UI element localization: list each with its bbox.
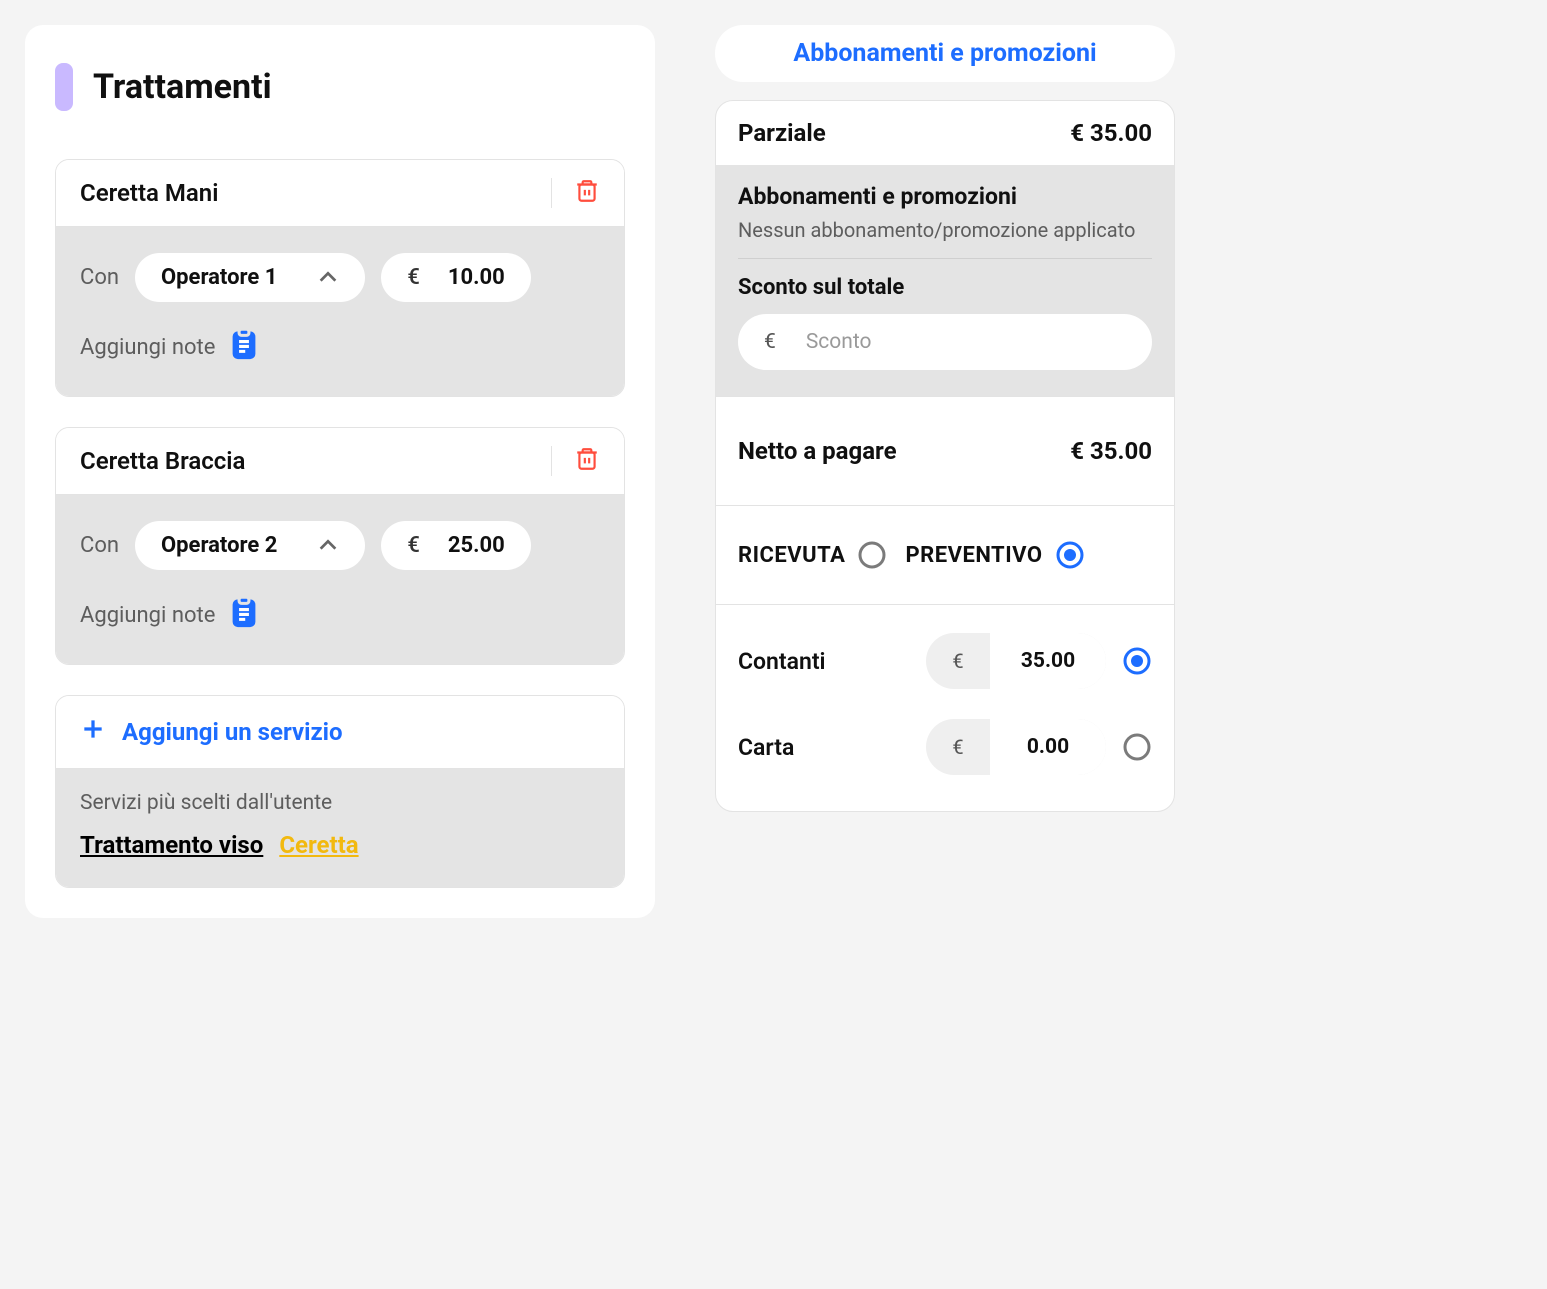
euro-icon: € (764, 330, 776, 354)
radio-unselected-icon[interactable] (1122, 732, 1152, 762)
net-value: € 35.00 (1070, 437, 1152, 465)
accent-pill (55, 63, 73, 111)
promotions-box-title: Abbonamenti e promozioni (738, 183, 1152, 210)
chevron-up-icon (317, 533, 339, 558)
discount-input[interactable]: € Sconto (738, 314, 1152, 370)
suggestions-label: Servizi più scelti dall'utente (80, 791, 600, 815)
plus-icon (80, 716, 106, 748)
pay-card-row: Carta € 0.00 (738, 719, 1152, 775)
euro-icon: € (926, 649, 990, 673)
operator-value: Operatore 2 (161, 533, 277, 558)
discount-label: Sconto sul totale (738, 275, 1152, 300)
price-input[interactable]: € 10.00 (381, 253, 530, 302)
partial-label: Parziale (738, 119, 826, 147)
clipboard-icon (229, 596, 259, 634)
operator-label: Con (80, 265, 119, 290)
operator-value: Operatore 1 (161, 265, 277, 290)
add-service-label: Aggiungi un servizio (122, 718, 343, 746)
trash-icon (574, 178, 600, 208)
euro-icon: € (407, 265, 420, 290)
suggestion-link-2[interactable]: Ceretta (279, 831, 358, 859)
price-value: 25.00 (448, 533, 505, 558)
add-notes-button[interactable]: Aggiungi note (80, 328, 600, 366)
document-type-row: RICEVUTA PREVENTIVO (716, 506, 1174, 605)
add-service-card: Aggiungi un servizio Servizi più scelti … (55, 695, 625, 888)
net-label: Netto a pagare (738, 437, 897, 465)
delete-service-button[interactable] (551, 178, 600, 208)
pay-card-value: 0.00 (990, 719, 1106, 775)
service-name: Ceretta Braccia (80, 447, 245, 475)
add-service-button[interactable]: Aggiungi un servizio (56, 696, 624, 769)
pay-cash-row: Contanti € 35.00 (738, 633, 1152, 689)
operator-dropdown[interactable]: Operatore 2 (135, 521, 365, 570)
delete-service-button[interactable] (551, 446, 600, 476)
totals-panel: Parziale € 35.00 Abbonamenti e promozion… (715, 100, 1175, 812)
treatments-panel: Trattamenti Ceretta Mani Con Operatore 1 (25, 25, 655, 918)
doc-quote-option[interactable]: PREVENTIVO (905, 540, 1084, 570)
pay-card-label: Carta (738, 734, 910, 761)
promotions-button[interactable]: Abbonamenti e promozioni (715, 25, 1175, 82)
operator-label: Con (80, 533, 119, 558)
price-input[interactable]: € 25.00 (381, 521, 530, 570)
suggestions-box: Servizi più scelti dall'utente Trattamen… (56, 769, 624, 887)
service-body: Con Operatore 1 € 10.00 Aggiungi note (56, 227, 624, 396)
notes-label: Aggiungi note (80, 335, 215, 360)
euro-icon: € (407, 533, 420, 558)
promotions-none-text: Nessun abbonamento/promozione applicato (738, 218, 1152, 259)
clipboard-icon (229, 328, 259, 366)
service-header: Ceretta Mani (56, 160, 624, 227)
euro-icon: € (926, 735, 990, 759)
radio-selected-icon[interactable] (1122, 646, 1152, 676)
service-name: Ceretta Mani (80, 179, 218, 207)
radio-unselected-icon (857, 540, 887, 570)
discount-placeholder: Sconto (806, 330, 872, 354)
panel-title: Trattamenti (93, 67, 272, 107)
service-body: Con Operatore 2 € 25.00 Aggiungi note (56, 495, 624, 664)
doc-receipt-label: RICEVUTA (738, 543, 845, 568)
doc-receipt-option[interactable]: RICEVUTA (738, 540, 887, 570)
chevron-up-icon (317, 265, 339, 290)
suggestion-link-1[interactable]: Trattamento viso (80, 831, 263, 859)
notes-label: Aggiungi note (80, 603, 215, 628)
service-card: Ceretta Mani Con Operatore 1 (55, 159, 625, 397)
service-header: Ceretta Braccia (56, 428, 624, 495)
promotions-box: Abbonamenti e promozioni Nessun abboname… (716, 165, 1174, 396)
trash-icon (574, 446, 600, 476)
pay-card-input[interactable]: € 0.00 (926, 719, 1106, 775)
operator-dropdown[interactable]: Operatore 1 (135, 253, 365, 302)
add-notes-button[interactable]: Aggiungi note (80, 596, 600, 634)
radio-selected-icon (1055, 540, 1085, 570)
pay-cash-label: Contanti (738, 648, 910, 675)
service-card: Ceretta Braccia Con Operatore 2 (55, 427, 625, 665)
panel-title-row: Trattamenti (55, 55, 625, 129)
payment-section: Contanti € 35.00 Carta € 0.00 (716, 605, 1174, 811)
pay-cash-value: 35.00 (990, 633, 1106, 689)
partial-row: Parziale € 35.00 (716, 101, 1174, 165)
pay-cash-input[interactable]: € 35.00 (926, 633, 1106, 689)
price-value: 10.00 (448, 265, 505, 290)
partial-value: € 35.00 (1070, 119, 1152, 147)
doc-quote-label: PREVENTIVO (905, 543, 1042, 568)
net-row: Netto a pagare € 35.00 (716, 396, 1174, 506)
